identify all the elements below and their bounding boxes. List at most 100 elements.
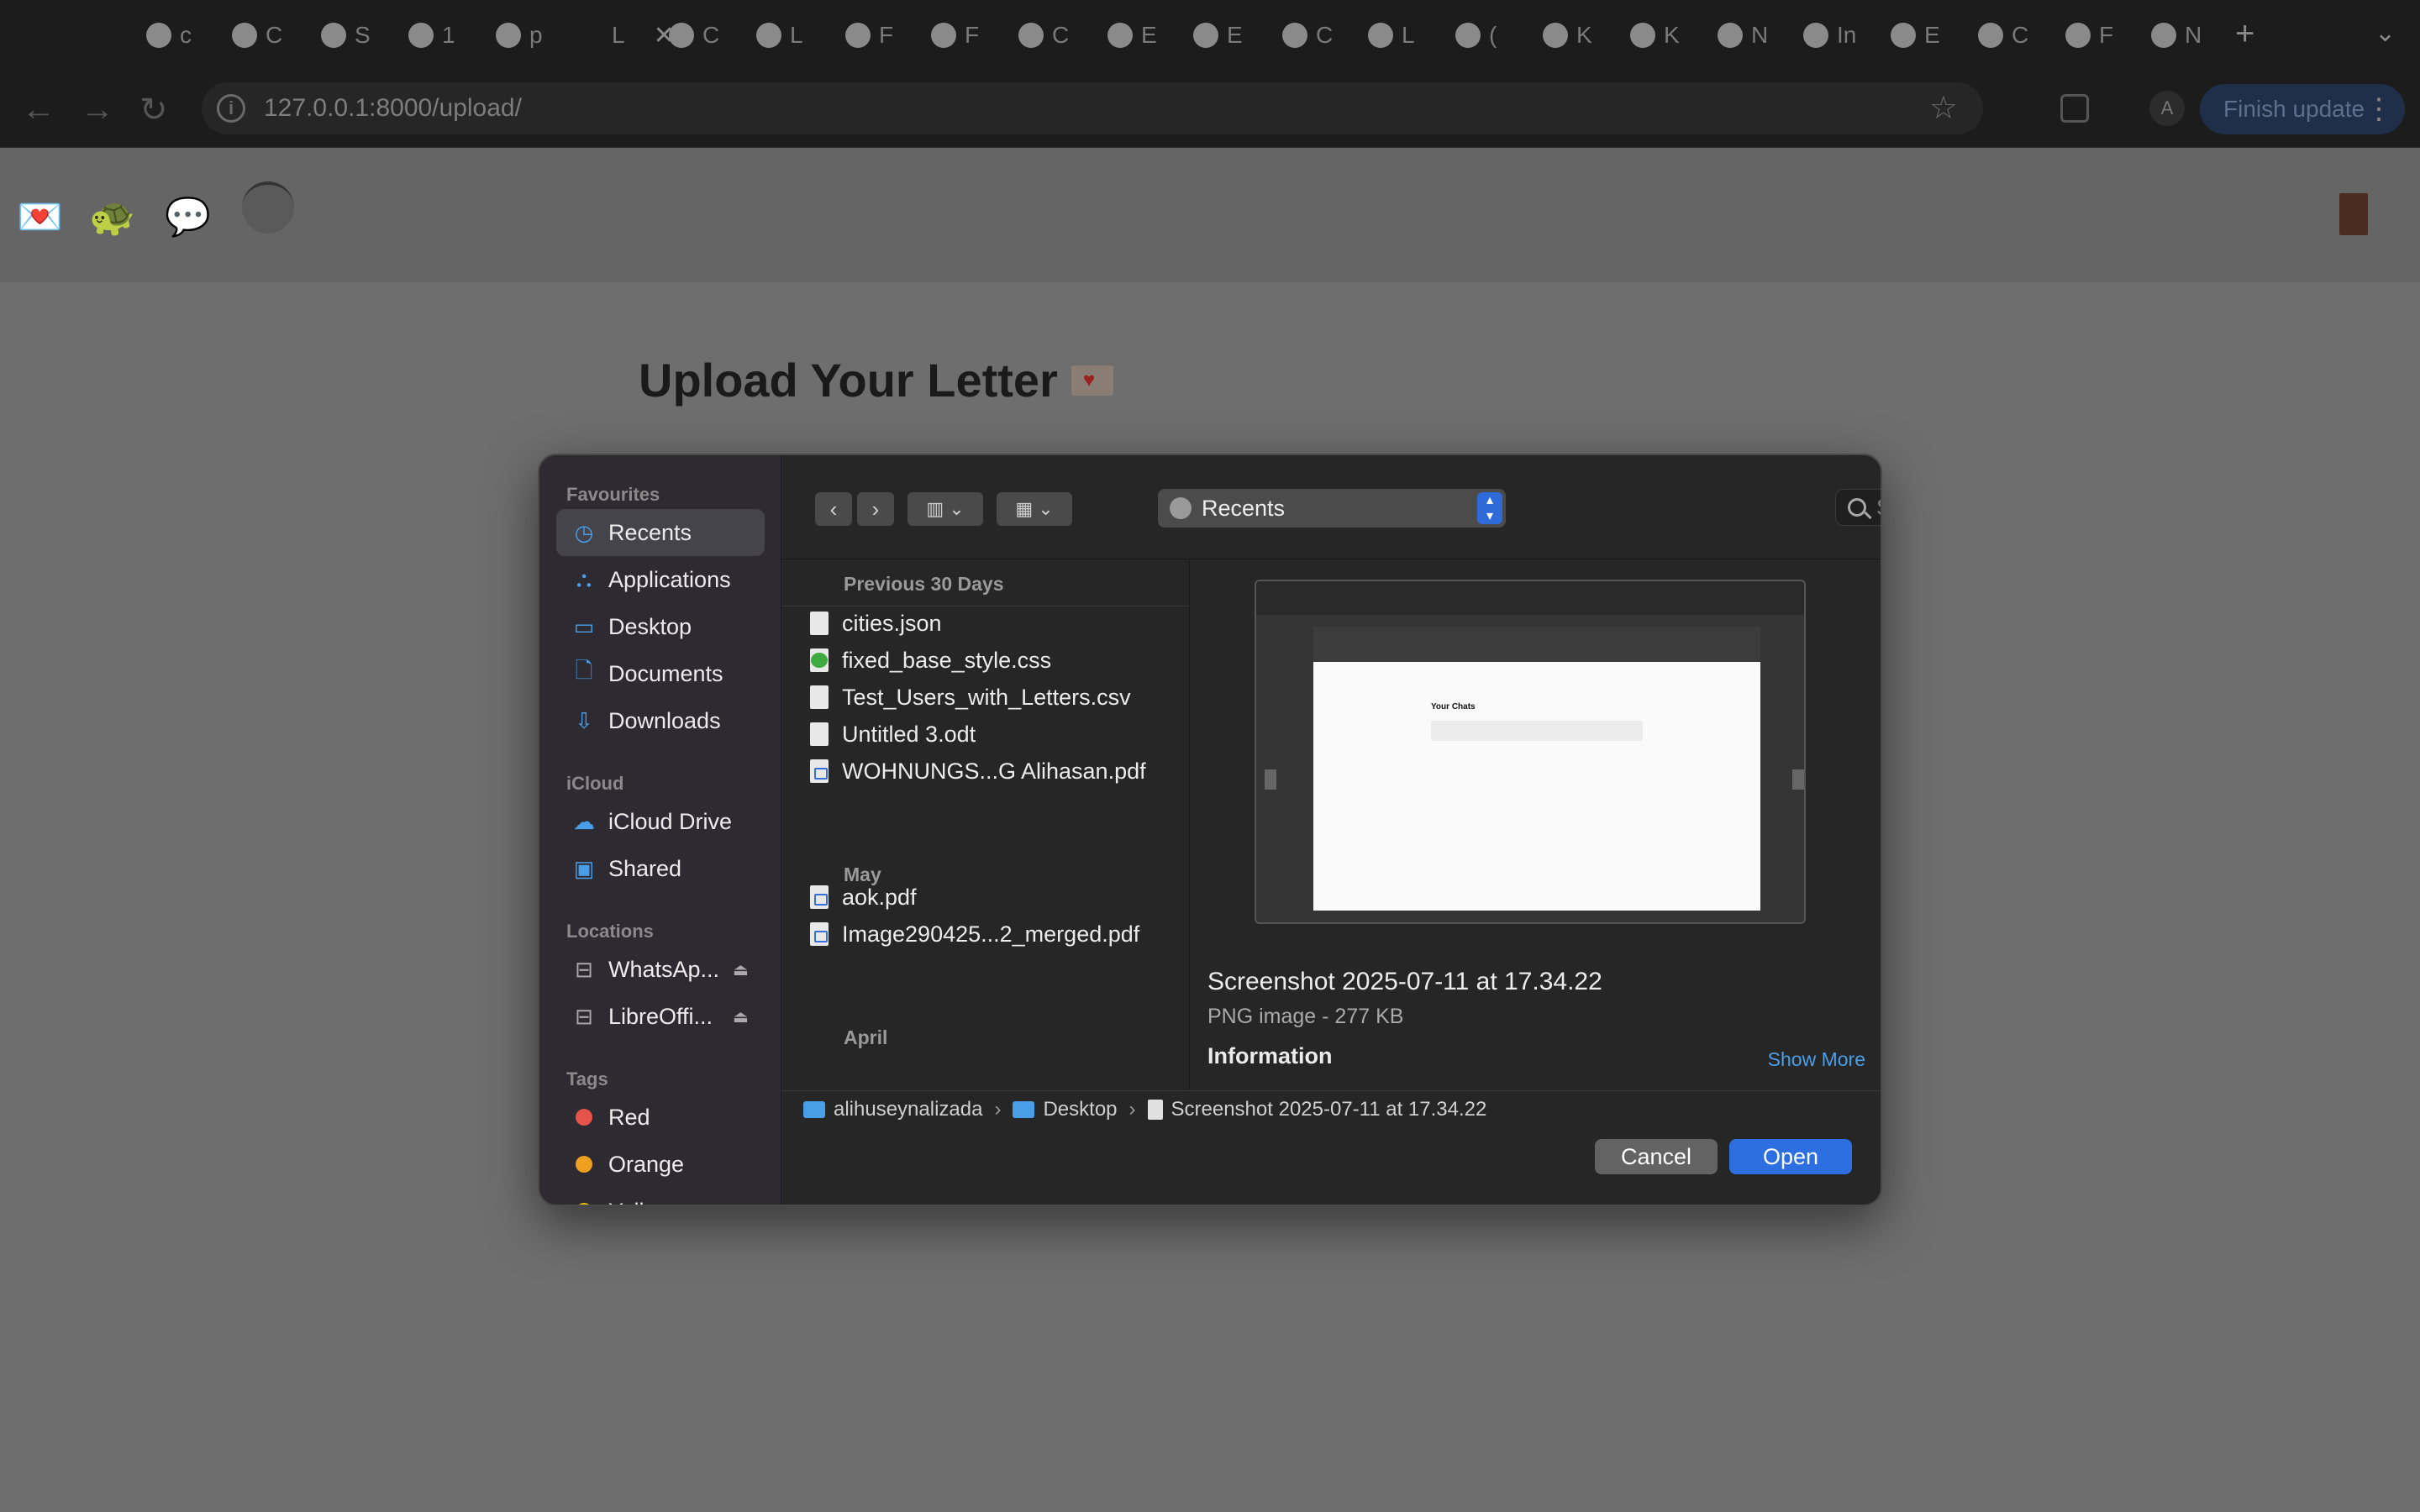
sidebar-item-whatsap[interactable]: ⊟ WhatsAp... ⏏ <box>556 946 765 993</box>
profile-avatar[interactable]: A <box>2149 91 2185 126</box>
browser-tab[interactable]: C <box>1018 18 1069 52</box>
path-segment[interactable]: Screenshot 2025-07-11 at 17.34.22 <box>1171 1098 1487 1121</box>
browser-tab[interactable]: N <box>2151 18 2202 52</box>
sidebar-item-label: Documents <box>608 660 723 686</box>
tab-favicon-icon <box>1978 23 2003 48</box>
group-view-button[interactable]: ▦ ⌄ <box>997 492 1072 526</box>
browser-tab[interactable]: E <box>1107 18 1157 52</box>
desktop-icon: ▭ <box>573 613 595 639</box>
sidebar-item-documents[interactable]: 🗋 Documents <box>556 650 765 697</box>
thumb-chat-field <box>1431 721 1643 741</box>
browser-tab[interactable]: F <box>845 18 893 52</box>
file-row[interactable]: fixed_base_style.css <box>781 642 1189 679</box>
file-row[interactable]: cities.json <box>781 605 1189 642</box>
logout-door-icon[interactable] <box>2339 193 2368 235</box>
tab-favicon-icon <box>321 23 346 48</box>
tab-search-menu[interactable]: ⌄ <box>2375 18 2396 48</box>
dialog-sidebar: Favourites iCloud Locations Tags ◷ Recent… <box>539 455 781 1205</box>
path-separator-icon: › <box>1128 1097 1136 1121</box>
file-row[interactable]: Image290425...2_merged.pdf <box>781 916 1189 953</box>
tag-yellow[interactable]: Yellow <box>556 1188 765 1205</box>
browser-tab[interactable]: S <box>321 18 371 52</box>
tab-favicon-icon <box>1543 23 1568 48</box>
browser-tab[interactable]: C <box>669 18 719 52</box>
browser-tab[interactable]: E <box>1193 18 1243 52</box>
path-segment[interactable]: alihuseynalizada <box>834 1098 982 1121</box>
thumb-right-arrow-icon <box>1792 769 1804 790</box>
sidebar-item-desktop[interactable]: ▭ Desktop <box>556 603 765 650</box>
browser-tab[interactable]: E <box>1891 18 1940 52</box>
sidebar-item-recents[interactable]: ◷ Recents <box>556 509 765 556</box>
address-bar[interactable]: i 127.0.0.1:8000/upload/ ☆ <box>202 82 1983 134</box>
location-popup[interactable]: Recents ▴ ▾ <box>1158 489 1506 528</box>
search-input[interactable] <box>1876 494 1881 521</box>
information-heading: Information <box>1207 1043 1333 1068</box>
column-view-button[interactable]: ▥ ⌄ <box>908 492 983 526</box>
tab-title: N <box>2185 22 2202 48</box>
thumb-page-title: Your Chats <box>1431 702 1476 711</box>
favourites-heading: Favourites <box>566 484 660 505</box>
url-text[interactable]: 127.0.0.1:8000/upload/ <box>264 94 522 123</box>
open-button[interactable]: Open <box>1729 1139 1852 1174</box>
turtle-icon[interactable]: 🐢 <box>89 195 135 239</box>
eject-icon[interactable]: ⏏ <box>733 959 749 980</box>
browser-tab[interactable]: K <box>1543 18 1592 52</box>
reload-button[interactable]: ↻ <box>139 91 168 129</box>
eject-icon[interactable]: ⏏ <box>733 1006 749 1027</box>
path-segment[interactable]: Desktop <box>1043 1098 1117 1121</box>
tab-title: ( <box>1489 22 1497 48</box>
browser-tab[interactable]: K <box>1630 18 1680 52</box>
browser-tab[interactable]: c <box>146 18 192 52</box>
search-field[interactable] <box>1835 489 1881 526</box>
sidebar-item-icloud-drive[interactable]: ☁ iCloud Drive <box>556 798 765 845</box>
drive-icon: ⊟ <box>575 1003 593 1029</box>
browser-tab[interactable]: L <box>756 18 803 52</box>
browser-tab[interactable]: F <box>931 18 979 52</box>
sidebar-item-downloads[interactable]: ⇩ Downloads <box>556 697 765 744</box>
browser-tab[interactable]: C <box>1282 18 1333 52</box>
new-tab-button[interactable]: + <box>2235 15 2254 53</box>
bookmark-star-icon[interactable]: ☆ <box>1929 89 1958 127</box>
finish-update-button[interactable]: Finish update ⋮ <box>2200 84 2405 134</box>
pdf-file-icon <box>810 922 829 946</box>
forward-button[interactable]: → <box>81 91 114 129</box>
sidebar-item-libreoffi[interactable]: ⊟ LibreOffi... ⏏ <box>556 993 765 1040</box>
browser-tab[interactable]: p <box>496 18 543 52</box>
dialog-back-button[interactable]: ‹ <box>815 492 852 526</box>
browser-tab[interactable]: ( <box>1455 18 1497 52</box>
tab-favicon-icon <box>496 23 521 48</box>
browser-tab-strip: + ⌄ c C S 1 p L ✕ C L F F C E E C L (K K N In E C F N <box>0 0 2420 69</box>
dialog-forward-button[interactable]: › <box>857 492 894 526</box>
sidebar-item-label: iCloud Drive <box>608 808 733 834</box>
file-row[interactable]: aok.pdf <box>781 879 1189 916</box>
extensions-icon[interactable] <box>2060 94 2089 123</box>
letter-icon[interactable]: 💌 <box>17 195 63 239</box>
browser-tab[interactable]: N <box>1718 18 1768 52</box>
cancel-button[interactable]: Cancel <box>1595 1139 1718 1174</box>
browser-tab[interactable]: F <box>2065 18 2113 52</box>
preview-filename: Screenshot 2025-07-11 at 17.34.22 <box>1207 968 1602 995</box>
file-row[interactable]: Untitled 3.odt <box>781 716 1189 753</box>
tab-title: p <box>529 22 543 48</box>
browser-tab[interactable]: In <box>1803 18 1856 52</box>
back-button[interactable]: ← <box>22 91 55 129</box>
tag-orange[interactable]: Orange <box>556 1141 765 1188</box>
browser-tab[interactable]: L ✕ <box>578 18 675 52</box>
sidebar-item-applications[interactable]: ⛬ Applications <box>556 556 765 603</box>
menu-dots-icon[interactable]: ⋮ <box>2365 92 2393 126</box>
tag-red[interactable]: Red <box>556 1094 765 1141</box>
show-more-link[interactable]: Show More <box>1768 1048 1865 1071</box>
browser-tab[interactable]: C <box>232 18 282 52</box>
user-avatar[interactable] <box>242 181 294 234</box>
sidebar-item-shared[interactable]: ▣ Shared <box>556 845 765 892</box>
location-label: Recents <box>1202 495 1286 521</box>
browser-tab[interactable]: C <box>1978 18 2028 52</box>
path-separator-icon: › <box>994 1097 1002 1121</box>
site-info-icon[interactable]: i <box>217 94 245 123</box>
file-preview: Your Chats Screenshot 2025-07-11 at 17.3… <box>1191 559 1881 1090</box>
file-row[interactable]: Test_Users_with_Letters.csv <box>781 679 1189 716</box>
browser-tab[interactable]: 1 <box>408 18 455 52</box>
file-row[interactable]: WOHNUNGS...G Alihasan.pdf <box>781 753 1189 790</box>
browser-tab[interactable]: L <box>1368 18 1415 52</box>
chat-bubble-icon[interactable]: 💬 <box>165 195 211 239</box>
